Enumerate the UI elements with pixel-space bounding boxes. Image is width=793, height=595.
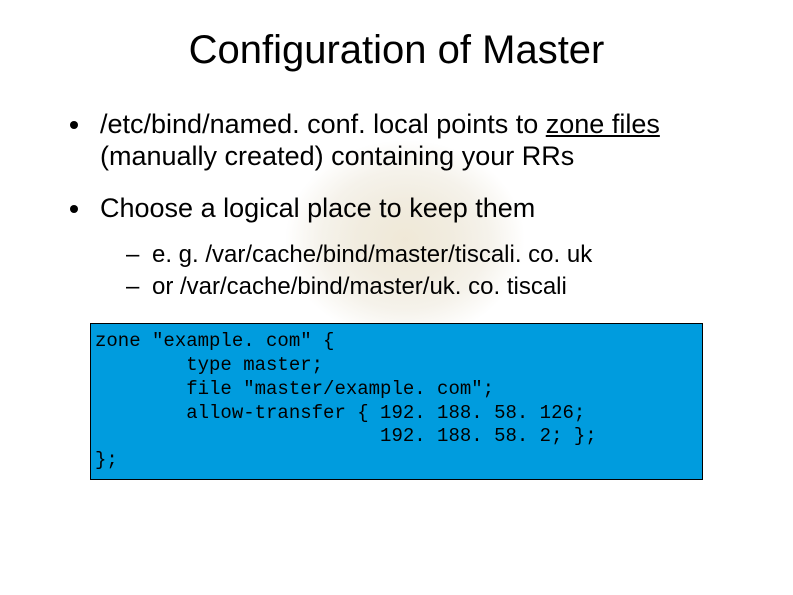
sub-bullet-text-2: or /var/cache/bind/master/uk. co. tiscal… xyxy=(152,273,567,300)
code-block: zone "example. com" { type master; file … xyxy=(90,323,703,480)
sub-bullet-2: or /var/cache/bind/master/uk. co. tiscal… xyxy=(126,271,753,303)
sub-bullet-1: e. g. /var/cache/bind/master/tiscali. co… xyxy=(126,239,753,271)
sub-bullet-list: e. g. /var/cache/bind/master/tiscali. co… xyxy=(100,239,753,304)
bullet-item-2: Choose a logical place to keep them e. g… xyxy=(70,193,753,304)
bullet-list: /etc/bind/named. conf. local points to z… xyxy=(40,109,753,303)
slide-title: Configuration of Master xyxy=(40,28,753,73)
bullet-text-1c: (manually created) containing your RRs xyxy=(100,141,574,171)
bullet-text-1b-underlined: zone files xyxy=(546,109,660,139)
slide-content: Configuration of Master /etc/bind/named.… xyxy=(0,0,793,480)
bullet-text-1a: /etc/bind/named. conf. local points to xyxy=(100,109,546,139)
bullet-item-1: /etc/bind/named. conf. local points to z… xyxy=(70,109,753,173)
bullet-text-2: Choose a logical place to keep them xyxy=(100,193,535,223)
sub-bullet-text-1: e. g. /var/cache/bind/master/tiscali. co… xyxy=(152,241,592,268)
